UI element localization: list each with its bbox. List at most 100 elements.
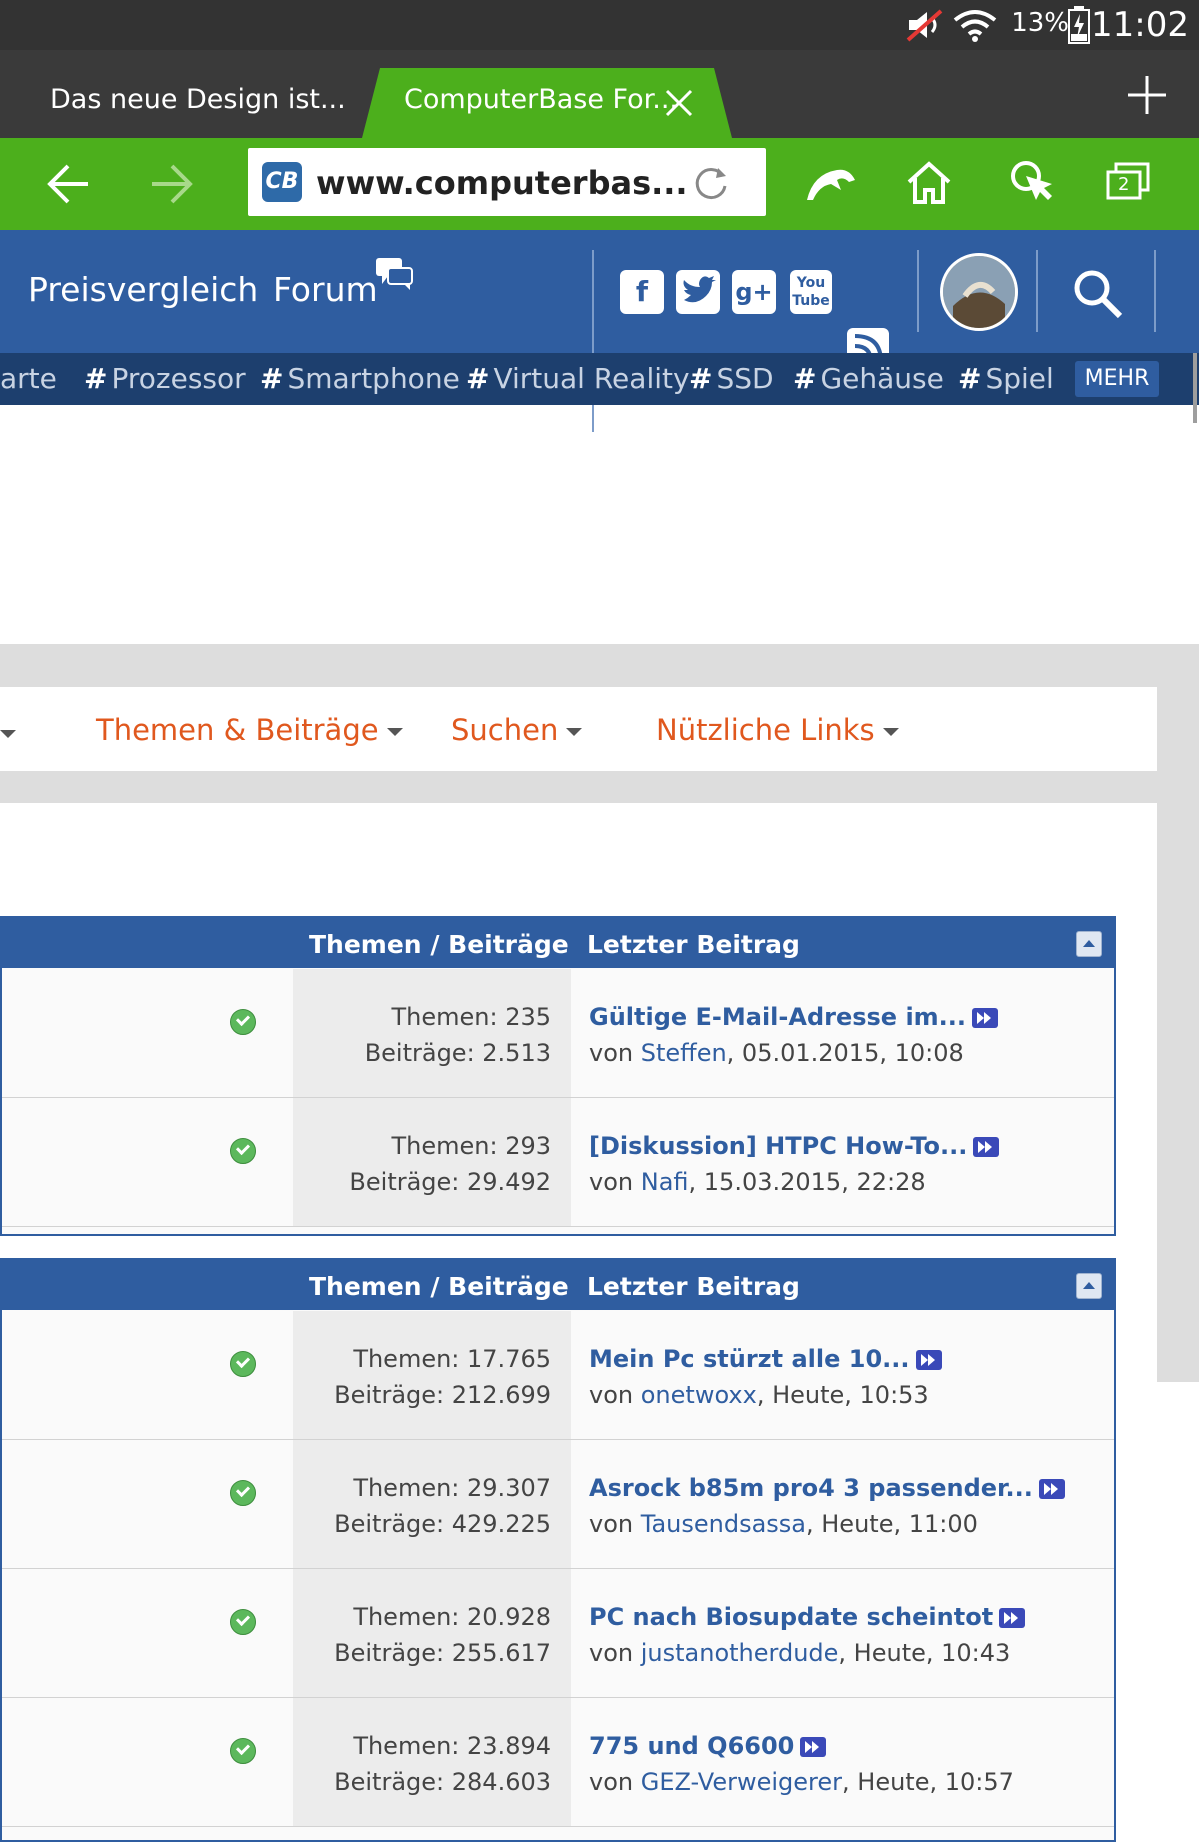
user-link[interactable]: onetwoxx: [641, 1381, 757, 1409]
search-icon[interactable]: [1072, 268, 1124, 320]
youtube-label-top: You: [796, 275, 826, 291]
tag-label: Gehäuse: [820, 362, 944, 395]
last-post-title[interactable]: [Diskussion] HTPC How-To...: [589, 1132, 1000, 1160]
menu-suchen[interactable]: Suchen: [451, 713, 583, 747]
chat-bubbles-icon: [376, 258, 413, 290]
youtube-label-bottom: Tube: [792, 293, 830, 309]
reload-icon[interactable]: [692, 164, 730, 202]
header-divider: [1036, 250, 1038, 332]
posts-count: Beiträge: 429.225: [334, 1510, 551, 1538]
scrollbar-thumb[interactable]: [1193, 353, 1197, 423]
collapse-icon[interactable]: [1076, 931, 1102, 957]
last-post-title[interactable]: Mein Pc stürzt alle 10...: [589, 1345, 942, 1373]
table-row: Themen: 20.928 Beiträge: 255.617 PC nach…: [2, 1569, 1114, 1698]
posts-count: Beiträge: 29.492: [349, 1168, 551, 1196]
forum-read-icon: [230, 1480, 256, 1506]
tag-label: SSD: [716, 362, 774, 395]
table-row: Themen: 29.307 Beiträge: 429.225 Asrock …: [2, 1440, 1114, 1569]
youtube-icon[interactable]: You Tube: [790, 270, 832, 314]
column-header-stats: Themen / Beiträge: [309, 1272, 569, 1301]
table-row: Themen: 23.894 Beiträge: 284.603 775 und…: [2, 1698, 1114, 1827]
url-bar[interactable]: CB www.computerbas...: [248, 148, 766, 216]
by-prefix: von: [589, 1039, 634, 1067]
twitter-icon[interactable]: [676, 270, 720, 314]
last-post-title-text: PC nach Biosupdate scheintot: [589, 1603, 994, 1631]
tab-strip: Das neue Design ist... ComputerBase For.…: [0, 50, 1199, 138]
wifi-icon: [953, 10, 997, 42]
facebook-icon[interactable]: f: [620, 270, 664, 314]
close-tab-icon[interactable]: [664, 88, 694, 118]
stats-cell: Themen: 293 Beiträge: 29.492: [293, 1098, 571, 1226]
post-date: , Heute, 10:43: [838, 1639, 1011, 1667]
menu-themen-beitraege[interactable]: Themen & Beiträge: [96, 713, 403, 747]
tag-link[interactable]: # Spiel: [958, 362, 1054, 395]
tag-link[interactable]: # SSD: [689, 362, 774, 395]
tag-link[interactable]: arte: [0, 362, 57, 395]
tags-more-button[interactable]: MEHR: [1075, 361, 1159, 397]
chevron-down-icon: [386, 728, 403, 736]
tag-link[interactable]: # Virtual Reality: [466, 362, 690, 395]
nav-preisvergleich[interactable]: Preisvergleich: [28, 270, 258, 309]
tag-link[interactable]: # Smartphone: [260, 362, 460, 395]
go-to-post-icon[interactable]: [999, 1608, 1026, 1628]
go-to-post-icon[interactable]: [973, 1137, 1000, 1157]
browser-toolbar: CB www.computerbas... 2: [0, 138, 1199, 230]
user-link[interactable]: justanotherdude: [641, 1639, 839, 1667]
go-to-post-icon[interactable]: [972, 1008, 999, 1028]
user-link[interactable]: Nafi: [641, 1168, 689, 1196]
tag-link[interactable]: # Prozessor: [84, 362, 246, 395]
tag-link[interactable]: # Gehäuse: [793, 362, 944, 395]
tag-label: Prozessor: [111, 362, 246, 395]
last-post-meta: von Steffen, 05.01.2015, 10:08: [589, 1039, 964, 1067]
by-prefix: von: [589, 1510, 634, 1538]
menu-caret-icon: [0, 723, 16, 742]
home-icon[interactable]: [905, 158, 953, 206]
last-post-title[interactable]: Asrock b85m pro4 3 passender...: [589, 1474, 1065, 1502]
nav-forum[interactable]: Forum: [273, 270, 378, 309]
user-link[interactable]: Tausendsassa: [641, 1510, 806, 1538]
stats-cell: Themen: 29.307 Beiträge: 429.225: [293, 1440, 571, 1568]
new-tab-icon[interactable]: [1126, 74, 1168, 116]
tab-active[interactable]: ComputerBase For...: [362, 68, 732, 138]
last-post-meta: von onetwoxx, Heute, 10:53: [589, 1381, 929, 1409]
clock: 11:02: [1091, 5, 1189, 45]
stats-cell: Themen: 20.928 Beiträge: 255.617: [293, 1569, 571, 1697]
menu-nuetzliche-links[interactable]: Nützliche Links: [656, 713, 899, 747]
last-post-title[interactable]: Gültige E-Mail-Adresse im...: [589, 1003, 999, 1031]
gesture-icon[interactable]: [1006, 156, 1056, 208]
user-link[interactable]: Steffen: [641, 1039, 727, 1067]
chevron-down-icon: [566, 728, 583, 736]
stats-cell: Themen: 17.765 Beiträge: 212.699: [293, 1311, 571, 1439]
tab-inactive[interactable]: Das neue Design ist...: [0, 50, 360, 138]
googleplus-icon[interactable]: g+: [732, 270, 776, 314]
column-header-stats: Themen / Beiträge: [309, 930, 569, 959]
forum-read-icon: [230, 1609, 256, 1635]
go-to-post-icon[interactable]: [915, 1350, 942, 1370]
tab-switcher-icon[interactable]: 2: [1106, 162, 1150, 202]
column-header-last: Letzter Beitrag: [587, 930, 800, 959]
header-divider: [917, 250, 919, 332]
collapse-icon[interactable]: [1076, 1273, 1102, 1299]
post-date: , Heute, 11:00: [806, 1510, 978, 1538]
avatar[interactable]: [940, 253, 1018, 331]
dolphin-icon[interactable]: [803, 160, 859, 206]
by-prefix: von: [589, 1168, 634, 1196]
menu-label: Nützliche Links: [656, 713, 875, 747]
last-post-title[interactable]: PC nach Biosupdate scheintot: [589, 1603, 1026, 1631]
twitter-bird-icon: [683, 276, 716, 303]
forward-arrow-icon[interactable]: [148, 162, 194, 206]
forum-table-header: Themen / Beiträge Letzter Beitrag: [2, 1260, 1114, 1310]
last-post-title[interactable]: 775 und Q6600: [589, 1732, 827, 1760]
site-header: Preisvergleich Forum f g+ You Tube: [0, 230, 1199, 432]
forum-read-icon: [230, 1138, 256, 1164]
by-prefix: von: [589, 1381, 634, 1409]
back-arrow-icon[interactable]: [46, 162, 92, 206]
topics-count: Themen: 20.928: [353, 1603, 551, 1631]
go-to-post-icon[interactable]: [1038, 1479, 1065, 1499]
go-to-post-icon[interactable]: [800, 1737, 827, 1757]
posts-count: Beiträge: 2.513: [364, 1039, 551, 1067]
table-row: Themen: 293 Beiträge: 29.492 [Diskussion…: [2, 1098, 1114, 1227]
user-link[interactable]: GEZ-Verweigerer: [641, 1768, 842, 1796]
last-post-title-text: Mein Pc stürzt alle 10...: [589, 1345, 910, 1373]
menu-label: Suchen: [451, 713, 559, 747]
